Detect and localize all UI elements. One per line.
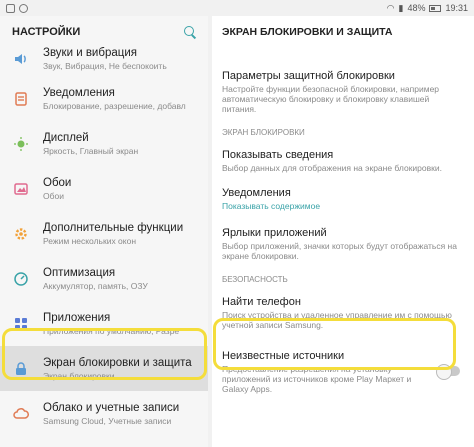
settings-item-sub: Яркость, Главный экран (43, 145, 139, 156)
lock-icon (12, 360, 30, 378)
settings-item-sub: Аккумулятор, память, ОЗУ (43, 280, 148, 291)
settings-title: НАСТРОЙКИ (12, 26, 81, 38)
item-label: Уведомления (222, 187, 291, 199)
sound-icon (12, 50, 30, 68)
settings-item-label: Оптимизация (43, 266, 116, 279)
find-phone-item[interactable]: Найти телефон Поиск устройства и удаленн… (212, 296, 474, 330)
settings-item-label: Приложения (43, 311, 111, 324)
item-sub: Настройте функции безопасной блокировки,… (222, 84, 440, 114)
battery-percent: 48% (407, 3, 426, 13)
item-label: Параметры защитной блокировки (222, 70, 395, 82)
settings-item-sub: Приложения по умолчанию, Разре (43, 325, 180, 336)
apps-icon (12, 315, 30, 333)
settings-item-sub: Обои (43, 190, 64, 201)
settings-item-label: Звуки и вибрация (43, 47, 137, 59)
security-lock-params-item[interactable]: Параметры защитной блокировки Настройте … (212, 70, 474, 114)
cloud-icon (12, 405, 30, 423)
item-sub: Показывать содержимое (222, 201, 321, 211)
lock-notifications-item[interactable]: Уведомления Показывать содержимое (212, 187, 474, 211)
item-sub: Предоставление разрешения на установку п… (222, 364, 412, 394)
item-sub: Поиск устройства и удаленное управление … (222, 310, 452, 330)
signal-icon: ▮ (398, 2, 404, 13)
settings-item-sub: Samsung Cloud, Учетные записи (43, 415, 172, 426)
sync-icon (19, 3, 28, 13)
clock: 19:31 (445, 3, 468, 13)
wallpaper-icon (12, 180, 30, 198)
settings-item-sub: Блокирование, разрешение, добавл (43, 100, 186, 111)
settings-item-sub: Экран блокировки (43, 370, 115, 381)
item-label: Показывать сведения (222, 149, 334, 161)
advanced-features-icon (12, 225, 30, 243)
settings-item-optimization[interactable]: Оптимизация Аккумулятор, память, ОЗУ (0, 256, 208, 301)
settings-item-label: Облако и учетные записи (43, 401, 180, 414)
item-label: Неизвестные источники (222, 350, 345, 362)
panel-title: ЭКРАН БЛОКИРОВКИ И ЗАЩИТА (222, 26, 393, 38)
settings-item-label: Дополнительные функции (43, 221, 184, 234)
settings-panel: НАСТРОЙКИ Звуки и вибрация Звук, Вибраци… (0, 16, 208, 447)
settings-item-apps[interactable]: Приложения Приложения по умолчанию, Разр… (0, 301, 208, 346)
unknown-sources-toggle[interactable] (436, 364, 460, 380)
settings-item-sounds[interactable]: Звуки и вибрация Звук, Вибрация, Не бесп… (0, 42, 208, 76)
app-shortcuts-item[interactable]: Ярлыки приложений Выбор приложений, знач… (212, 227, 474, 261)
settings-item-label: Обои (43, 176, 72, 189)
lock-screen-panel: ЭКРАН БЛОКИРОВКИ И ЗАЩИТА Параметры защи… (212, 16, 474, 447)
app-notification-icon (6, 3, 15, 13)
unknown-sources-item[interactable]: Неизвестные источники Предоставление раз… (212, 350, 474, 394)
notifications-icon (12, 90, 30, 108)
show-info-item[interactable]: Показывать сведения Выбор данных для ото… (212, 149, 474, 173)
settings-item-label: Уведомления (43, 86, 115, 99)
status-bar: ◠ ▮ 48% 19:31 (0, 0, 474, 16)
item-label: Найти телефон (222, 296, 301, 308)
settings-item-cloud[interactable]: Облако и учетные записи Samsung Cloud, У… (0, 391, 208, 436)
wifi-icon: ◠ (386, 2, 395, 13)
settings-item-notifications[interactable]: Уведомления Блокирование, разрешение, до… (0, 76, 208, 121)
optimization-icon (12, 270, 30, 288)
settings-item-lock-screen[interactable]: Экран блокировки и защита Экран блокиров… (0, 346, 208, 391)
display-icon (12, 135, 30, 153)
settings-item-label: Дисплей (43, 131, 89, 144)
settings-item-sub: Звук, Вибрация, Не беспокоить (43, 61, 167, 71)
item-sub: Выбор данных для отображения на экране б… (222, 163, 442, 173)
settings-item-wallpaper[interactable]: Обои Обои (0, 166, 208, 211)
settings-item-sub: Режим нескольких окон (43, 235, 137, 246)
section-security: БЕЗОПАСНОСТЬ (222, 275, 288, 284)
item-label: Ярлыки приложений (222, 227, 327, 239)
search-icon[interactable] (184, 26, 196, 38)
settings-list: Звуки и вибрация Звук, Вибрация, Не бесп… (0, 42, 208, 436)
battery-icon (429, 4, 442, 12)
settings-item-advanced[interactable]: Дополнительные функции Режим нескольких … (0, 211, 208, 256)
section-lock-screen: ЭКРАН БЛОКИРОВКИ (222, 128, 305, 137)
settings-item-display[interactable]: Дисплей Яркость, Главный экран (0, 121, 208, 166)
item-sub: Выбор приложений, значки которых будут о… (222, 241, 457, 261)
settings-item-label: Экран блокировки и защита (43, 356, 192, 369)
